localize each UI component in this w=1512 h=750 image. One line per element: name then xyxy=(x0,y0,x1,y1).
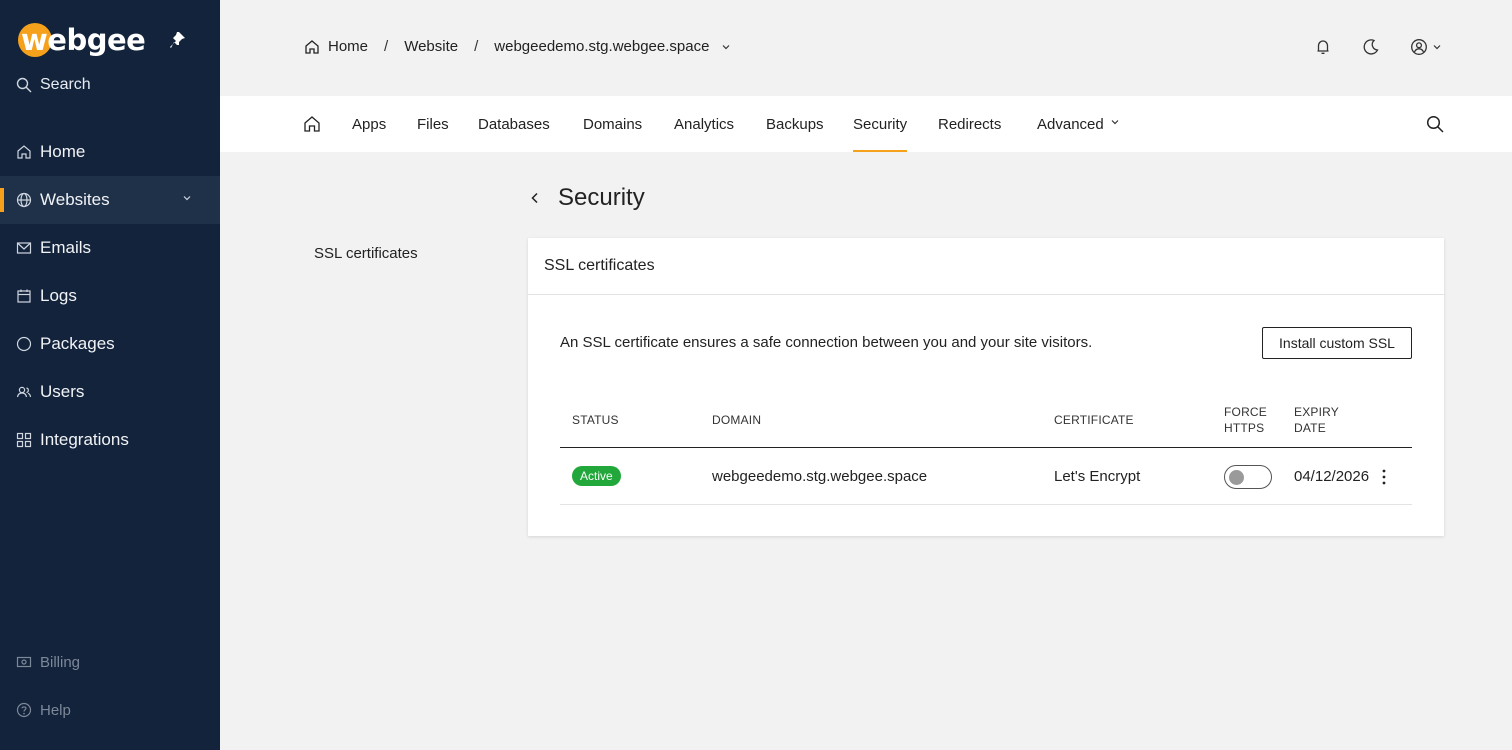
home-icon xyxy=(17,145,31,159)
sidebar-item-label: Integrations xyxy=(40,430,129,449)
sidebar-search-label: Search xyxy=(40,76,91,93)
calendar-icon xyxy=(17,289,31,303)
tab-redirects[interactable]: Redirects xyxy=(938,96,1001,152)
tab-apps[interactable]: Apps xyxy=(352,96,386,152)
header-actions xyxy=(1314,38,1442,56)
mail-icon xyxy=(16,242,32,254)
tab-analytics[interactable]: Analytics xyxy=(674,96,734,152)
status-badge: Active xyxy=(572,466,621,486)
card-title: SSL certificates xyxy=(528,238,1444,295)
certificate-cell: Let's Encrypt xyxy=(1054,468,1141,485)
home-icon[interactable] xyxy=(304,39,320,55)
tab-files[interactable]: Files xyxy=(417,96,449,152)
tab-databases[interactable]: Databases xyxy=(478,96,550,152)
expiry-date-cell: 04/12/2026 xyxy=(1294,468,1370,485)
moon-icon[interactable] xyxy=(1362,38,1380,56)
breadcrumb: Home / Website / webgeedemo.stg.webgee.s… xyxy=(304,38,731,55)
logo-text: webgee xyxy=(21,23,146,57)
breadcrumb-separator: / xyxy=(384,38,389,55)
toggle-knob xyxy=(1229,470,1244,485)
chevron-down-icon[interactable] xyxy=(721,42,731,52)
tab-advanced-label: Advanced xyxy=(1037,115,1104,133)
grid-icon xyxy=(16,432,32,448)
bell-icon[interactable] xyxy=(1314,38,1332,56)
tab-home[interactable] xyxy=(303,96,321,152)
chevron-down-icon xyxy=(1433,45,1441,50)
page-header: Security xyxy=(528,184,645,212)
sidebar-item-label: Home xyxy=(40,142,86,161)
domain-cell: webgeedemo.stg.webgee.space xyxy=(712,468,928,485)
column-header-certificate: CERTIFICATE xyxy=(1054,413,1134,427)
more-options-icon[interactable] xyxy=(1378,468,1390,486)
sidebar-item-websites[interactable]: Websites xyxy=(0,176,220,224)
tab-security[interactable]: Security xyxy=(853,96,908,152)
breadcrumb-domain[interactable]: webgeedemo.stg.webgee.space xyxy=(494,38,709,55)
table-row: Active webgeedemo.stg.webgee.space Let's… xyxy=(560,448,1412,505)
sidebar-item-label: Users xyxy=(40,382,85,401)
globe-icon xyxy=(16,192,32,208)
sidebar-item-emails[interactable]: Emails xyxy=(0,224,220,272)
chevron-down-icon[interactable] xyxy=(182,193,192,203)
chevron-down-icon xyxy=(1111,120,1119,125)
tab-backups[interactable]: Backups xyxy=(766,96,824,152)
help-icon xyxy=(16,702,32,718)
sidebar-item-integrations[interactable]: Integrations xyxy=(0,416,220,464)
user-circle-icon xyxy=(1411,39,1427,55)
home-icon xyxy=(304,116,320,132)
column-header-https-line: HTTPS xyxy=(1224,421,1265,435)
account-menu[interactable] xyxy=(1410,38,1442,56)
sidebar-item-billing[interactable]: Billing xyxy=(0,638,220,686)
sidebar-item-home[interactable]: Home xyxy=(0,128,220,176)
breadcrumb-home[interactable]: Home xyxy=(328,38,368,55)
ssl-certificates-card: SSL certificates An SSL certificate ensu… xyxy=(528,238,1444,536)
breadcrumb-website[interactable]: Website xyxy=(404,38,458,55)
sidebar-item-label: Websites xyxy=(40,190,110,209)
subnav-ssl-certificates[interactable]: SSL certificates xyxy=(314,245,418,262)
sidebar-item-packages[interactable]: Packages xyxy=(0,320,220,368)
column-header-force-https: FORCE HTTPS xyxy=(1224,404,1267,436)
tab-advanced[interactable]: Advanced xyxy=(1037,96,1120,152)
column-header-date-line: DATE xyxy=(1294,421,1326,435)
pin-icon[interactable] xyxy=(170,31,186,49)
back-arrow-icon[interactable] xyxy=(528,191,542,205)
column-header-expiry-line: EXPIRY xyxy=(1294,405,1339,419)
force-https-toggle[interactable] xyxy=(1224,465,1272,489)
ssl-table: STATUS DOMAIN CERTIFICATE FORCE HTTPS EX… xyxy=(560,398,1412,505)
tab-domains[interactable]: Domains xyxy=(583,96,642,152)
brand-logo[interactable]: webgee xyxy=(18,20,146,60)
table-header-row: STATUS DOMAIN CERTIFICATE FORCE HTTPS EX… xyxy=(560,398,1412,448)
column-header-expiry-date: EXPIRY DATE xyxy=(1294,404,1339,436)
page-title: Security xyxy=(558,184,645,211)
sidebar-item-label: Help xyxy=(40,701,71,719)
column-header-force-line: FORCE xyxy=(1224,405,1267,419)
sidebar: webgee Search Home Websites Emails Logs … xyxy=(0,0,220,750)
users-icon xyxy=(16,386,32,398)
section-tabs: Apps Files Databases Domains Analytics B… xyxy=(220,96,1512,152)
sidebar-item-logs[interactable]: Logs xyxy=(0,272,220,320)
sidebar-item-label: Logs xyxy=(40,286,77,305)
circle-icon xyxy=(16,336,32,352)
billing-icon xyxy=(16,656,32,668)
search-icon[interactable] xyxy=(1426,115,1444,133)
top-header: Home / Website / webgeedemo.stg.webgee.s… xyxy=(220,0,1512,96)
sidebar-search[interactable]: Search xyxy=(16,76,91,94)
sidebar-item-label: Billing xyxy=(40,653,81,671)
card-description: An SSL certificate ensures a safe connec… xyxy=(560,334,1093,351)
column-header-domain: DOMAIN xyxy=(712,413,762,427)
sidebar-item-users[interactable]: Users xyxy=(0,368,220,416)
column-header-status: STATUS xyxy=(572,413,619,427)
search-icon xyxy=(16,77,32,93)
sidebar-item-label: Emails xyxy=(40,238,92,257)
sidebar-item-help[interactable]: Help xyxy=(0,686,220,734)
breadcrumb-separator: / xyxy=(474,38,479,55)
install-custom-ssl-button[interactable]: Install custom SSL xyxy=(1262,327,1412,359)
sidebar-item-label: Packages xyxy=(40,334,115,353)
